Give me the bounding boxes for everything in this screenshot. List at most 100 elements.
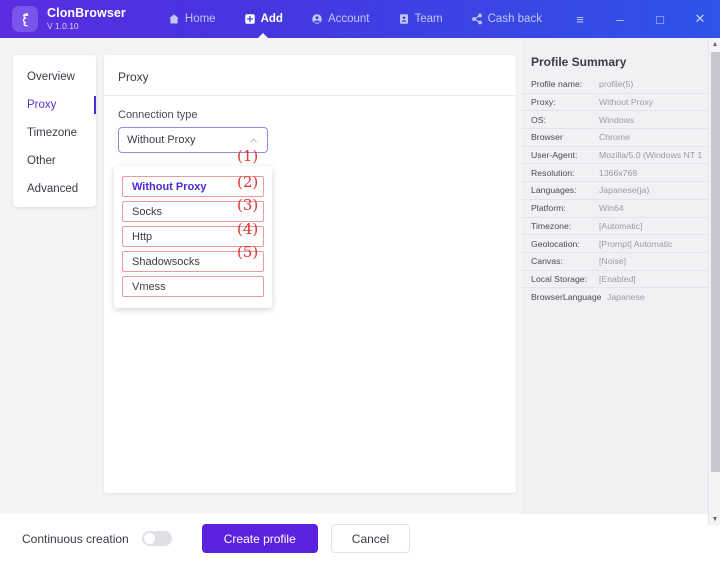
dropdown-label-shadowsocks: Shadowsocks bbox=[132, 255, 200, 268]
scroll-up-arrow-icon[interactable]: ▲ bbox=[709, 38, 720, 50]
continuous-creation-label: Continuous creation bbox=[22, 531, 129, 546]
sidebar-item-timezone[interactable]: Timezone bbox=[13, 119, 96, 147]
clonbrowser-logo-icon bbox=[12, 6, 38, 32]
add-square-icon bbox=[244, 13, 256, 25]
nav-label-team: Team bbox=[414, 13, 443, 25]
summary-value-profile-name: profile(5) bbox=[599, 79, 634, 90]
page-title: Proxy bbox=[118, 70, 149, 84]
nav-label-account: Account bbox=[327, 13, 370, 25]
sidebar-item-advanced[interactable]: Advanced bbox=[13, 175, 96, 203]
summary-key-geolocation: Geolocation: bbox=[531, 238, 580, 249]
nav-label-cash-back: Cash back bbox=[487, 13, 542, 25]
summary-value-proxy: Without Proxy bbox=[599, 97, 654, 108]
dropdown-label-http: Http bbox=[132, 230, 153, 243]
dropdown-option-vmess[interactable]: Vmess bbox=[122, 276, 264, 297]
summary-key-user-agent: User-Agent: bbox=[531, 150, 578, 161]
main-nav: Home Add Account Team Cash back bbox=[154, 0, 556, 38]
table-row: Languages: Japanese(ja) bbox=[522, 182, 708, 200]
create-profile-button[interactable]: Create profile bbox=[201, 524, 318, 553]
summary-value-geolocation: [Prompt] Automatic bbox=[599, 238, 673, 249]
summary-key-browser: Browser bbox=[531, 132, 563, 143]
sidebar-label-advanced: Advanced bbox=[27, 183, 79, 195]
summary-value-browser-language: Japanese bbox=[607, 292, 645, 303]
window-controls: ≡ – □ ✕ bbox=[560, 0, 720, 38]
table-row: Platform: Win64 bbox=[522, 200, 708, 218]
scrollbar-thumb[interactable] bbox=[711, 52, 720, 472]
dropdown-label-without-proxy: Without Proxy bbox=[132, 180, 207, 193]
share-icon bbox=[471, 13, 483, 25]
title-bar: ClonBrowser V 1.0.10 Home Add Account Te… bbox=[0, 0, 720, 38]
table-row: Proxy: Without Proxy bbox=[522, 94, 708, 112]
summary-value-platform: Win64 bbox=[599, 203, 624, 214]
profile-summary-list: Profile name: profile(5) Proxy: Without … bbox=[522, 76, 708, 306]
footer-bar: Continuous creation Create profile Cance… bbox=[0, 514, 708, 563]
sidebar-label-timezone: Timezone bbox=[27, 127, 78, 139]
title-divider bbox=[104, 95, 516, 96]
annotation-number-2: (2) bbox=[237, 173, 259, 191]
nav-item-account[interactable]: Account bbox=[297, 0, 384, 38]
annotation-number-4: (4) bbox=[237, 220, 259, 238]
summary-key-local-storage: Local Storage: bbox=[531, 273, 588, 284]
table-row: Canvas: [Noise] bbox=[522, 253, 708, 271]
summary-key-proxy: Proxy: bbox=[531, 97, 556, 108]
summary-key-canvas: Canvas: bbox=[531, 256, 563, 267]
home-icon bbox=[168, 13, 180, 25]
summary-value-canvas: [Noise] bbox=[599, 256, 627, 267]
summary-key-platform: Platform: bbox=[531, 203, 566, 214]
summary-key-resolution: Resolution: bbox=[531, 167, 575, 178]
summary-key-os: OS: bbox=[531, 114, 546, 125]
summary-value-os: Windows bbox=[599, 114, 635, 125]
table-row: User-Agent: Mozilla/5.0 (Windows NT 1... bbox=[522, 147, 708, 165]
close-button[interactable]: ✕ bbox=[680, 0, 720, 38]
nav-label-home: Home bbox=[184, 13, 216, 25]
table-row: Browser Chrome bbox=[522, 129, 708, 147]
sidebar-item-proxy[interactable]: Proxy bbox=[13, 91, 96, 119]
summary-key-profile-name: Profile name: bbox=[531, 79, 583, 90]
minimize-button[interactable]: – bbox=[600, 0, 640, 38]
table-row: Profile name: profile(5) bbox=[522, 76, 708, 94]
nav-item-team[interactable]: Team bbox=[384, 0, 457, 38]
team-badge-icon bbox=[398, 13, 410, 25]
summary-key-timezone: Timezone: bbox=[531, 220, 572, 231]
sidebar-label-other: Other bbox=[27, 155, 56, 167]
connection-type-label: Connection type bbox=[118, 109, 198, 121]
maximize-button[interactable]: □ bbox=[640, 0, 680, 38]
summary-value-browser: Chrome bbox=[599, 132, 630, 143]
account-circle-icon bbox=[311, 13, 323, 25]
sidebar-label-overview: Overview bbox=[27, 71, 75, 83]
summary-value-user-agent: Mozilla/5.0 (Windows NT 1... bbox=[599, 150, 702, 161]
table-row: OS: Windows bbox=[522, 111, 708, 130]
profile-summary-title: Profile Summary bbox=[531, 55, 627, 69]
nav-item-home[interactable]: Home bbox=[154, 0, 230, 38]
chevron-up-icon bbox=[248, 135, 259, 146]
settings-tab-list: Overview Proxy Timezone Other Advanced bbox=[13, 55, 96, 207]
table-row: Timezone: [Automatic] bbox=[522, 218, 708, 236]
annotation-number-3: (3) bbox=[237, 196, 259, 214]
vertical-scrollbar[interactable]: ▲ ▼ bbox=[708, 38, 720, 525]
dropdown-label-vmess: Vmess bbox=[132, 280, 166, 293]
nav-item-add[interactable]: Add bbox=[230, 0, 297, 38]
app-brand: ClonBrowser V 1.0.10 bbox=[12, 6, 126, 32]
table-row: Resolution: 1366x768 bbox=[522, 164, 708, 183]
sidebar-item-overview[interactable]: Overview bbox=[13, 63, 96, 91]
summary-value-timezone: [Automatic] bbox=[599, 220, 643, 231]
brand-version: V 1.0.10 bbox=[47, 21, 79, 32]
page-body: Overview Proxy Timezone Other Advanced P… bbox=[0, 38, 708, 563]
summary-key-browser-language: BrowserLanguage bbox=[531, 292, 602, 303]
annotation-number-5: (5) bbox=[237, 243, 259, 261]
nav-label-add: Add bbox=[260, 13, 283, 25]
table-row: BrowserLanguage Japanese bbox=[522, 288, 708, 306]
summary-value-resolution: 1366x768 bbox=[599, 167, 638, 178]
cancel-button[interactable]: Cancel bbox=[330, 524, 411, 553]
scroll-down-arrow-icon[interactable]: ▼ bbox=[709, 513, 720, 525]
annotation-number-1: (1) bbox=[237, 147, 259, 165]
summary-key-languages: Languages: bbox=[531, 185, 577, 196]
table-row: Local Storage: [Enabled] bbox=[522, 271, 708, 289]
continuous-creation-toggle[interactable] bbox=[141, 531, 172, 546]
sidebar-item-other[interactable]: Other bbox=[13, 147, 96, 175]
profile-summary-panel: Profile Summary Profile name: profile(5)… bbox=[522, 38, 708, 525]
brand-name: ClonBrowser bbox=[47, 5, 126, 20]
nav-item-cash-back[interactable]: Cash back bbox=[457, 0, 556, 38]
table-row: Geolocation: [Prompt] Automatic bbox=[522, 235, 708, 253]
menu-button[interactable]: ≡ bbox=[560, 0, 600, 38]
